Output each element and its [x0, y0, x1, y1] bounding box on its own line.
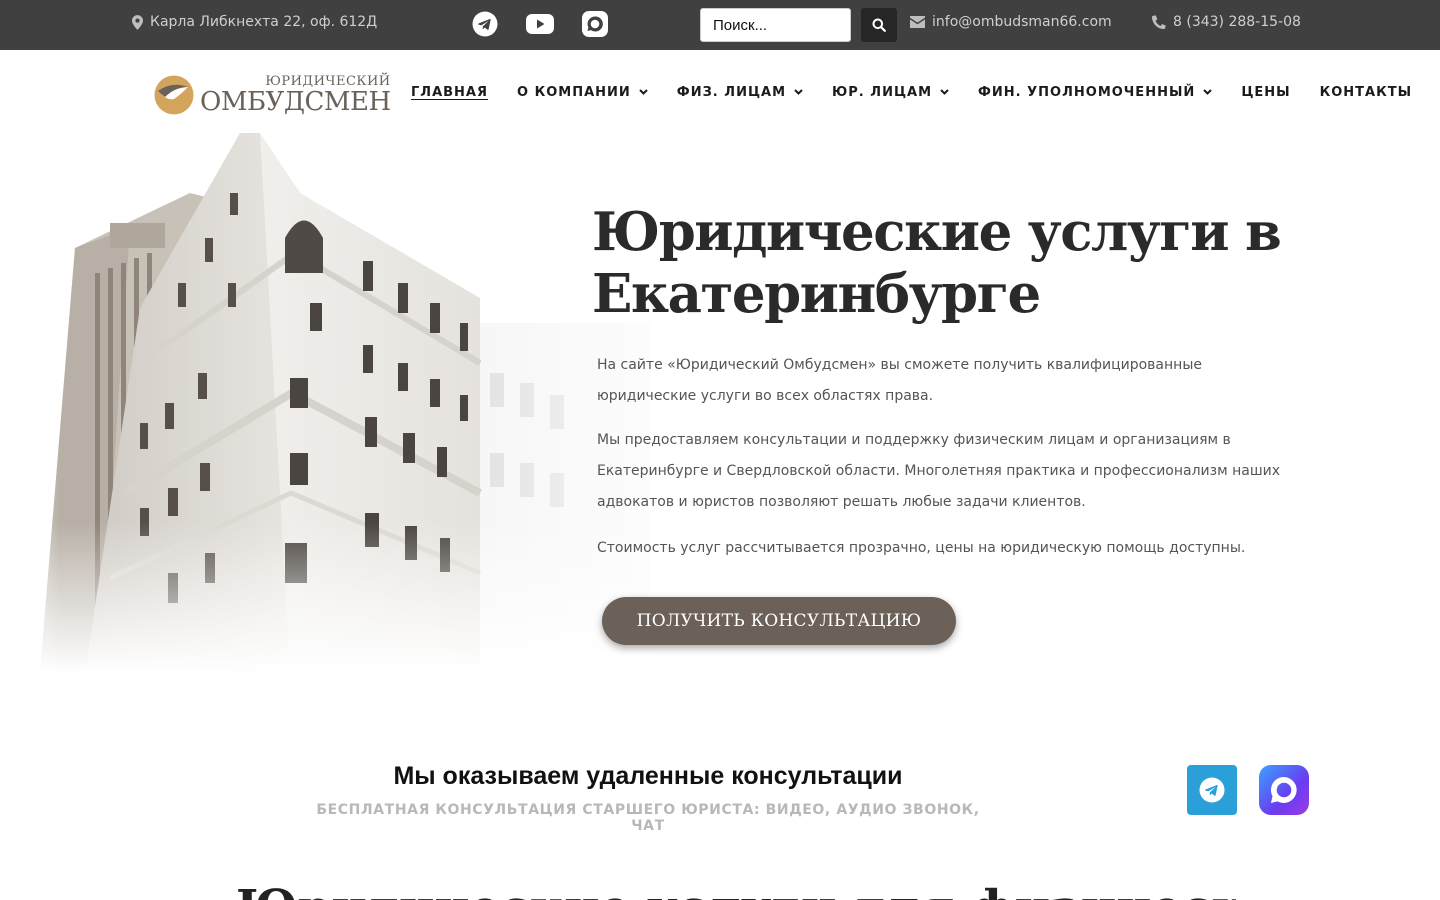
- nav-item-legal-entities[interactable]: ЮР. ЛИЦАМ: [832, 85, 949, 100]
- main-header: Юридический Омбудсмен ГЛАВНАЯ О КОМПАНИИ…: [0, 50, 1440, 133]
- get-consultation-button[interactable]: ПОЛУЧИТЬ КОНСУЛЬТАЦИЮ: [602, 597, 956, 645]
- hero-title: Юридические услуги в Екатеринбурге: [592, 201, 1282, 325]
- next-section-title: Юридические услуги для физических лиц: [236, 878, 1236, 900]
- chevron-down-icon: [639, 89, 648, 95]
- youtube-link[interactable]: [526, 10, 554, 38]
- email-text: info@ombudsman66.com: [932, 14, 1112, 30]
- phone-icon: [1152, 15, 1166, 29]
- phone-text: 8 (343) 288-15-08: [1173, 14, 1301, 30]
- hero-paragraph-services: Мы предоставляем консультации и поддержк…: [597, 432, 1281, 510]
- max-consult-button[interactable]: [1259, 765, 1309, 815]
- nav-item-label: О КОМПАНИИ: [517, 84, 631, 100]
- telegram-icon: [472, 11, 498, 37]
- logo-mark-icon: [154, 75, 194, 115]
- chevron-down-icon: [794, 89, 803, 95]
- nav-item-label: ГЛАВНАЯ: [411, 84, 489, 100]
- nav-item-label: ЦЕНЫ: [1241, 84, 1291, 100]
- search-input[interactable]: [700, 8, 851, 42]
- nav-item-contacts[interactable]: КОНТАКТЫ: [1320, 85, 1412, 100]
- nav-item-individuals[interactable]: ФИЗ. ЛИЦАМ: [677, 85, 803, 100]
- nav-item-prices[interactable]: ЦЕНЫ: [1241, 85, 1290, 100]
- chevron-down-icon: [940, 89, 949, 95]
- search-button[interactable]: [861, 8, 897, 42]
- hero-paragraph-intro: На сайте «Юридический Омбудсмен» вы смож…: [597, 357, 1202, 404]
- nav-item-company[interactable]: О КОМПАНИИ: [517, 85, 648, 100]
- nav-item-label: ФИЗ. ЛИЦАМ: [676, 84, 787, 100]
- chevron-down-icon: [1203, 89, 1213, 95]
- remote-consultations-subtitle: БЕСПЛАТНАЯ КОНСУЛЬТАЦИЯ СТАРШЕГО ЮРИСТА:…: [316, 802, 980, 834]
- telegram-consult-button[interactable]: [1187, 765, 1237, 815]
- max-messenger-icon: [1270, 777, 1297, 803]
- search-icon: [872, 18, 886, 32]
- nav-item-financial-ombudsman[interactable]: ФИН. УПОЛНОМОЧЕННЫЙ: [978, 84, 1213, 100]
- youtube-icon: [526, 14, 554, 34]
- phone-link[interactable]: 8 (343) 288-15-08: [1152, 12, 1301, 32]
- main-nav: ГЛАВНАЯ О КОМПАНИИ ФИЗ. ЛИЦАМ ЮР. ЛИЦАМ …: [411, 82, 1412, 102]
- telegram-icon: [1199, 777, 1225, 803]
- logo-big-text: Омбудсмен: [200, 87, 391, 117]
- max-messenger-icon: [582, 11, 608, 37]
- nav-item-label: ЮР. ЛИЦАМ: [832, 84, 933, 100]
- hero-paragraph-prices: Стоимость услуг рассчитывается прозрачно…: [597, 540, 1246, 556]
- email-link[interactable]: info@ombudsman66.com: [910, 12, 1112, 32]
- logo[interactable]: Юридический Омбудсмен: [154, 73, 391, 117]
- envelope-icon: [910, 16, 925, 28]
- top-bar: Карла Либкнехта 22, оф. 612Д info@ombuds…: [0, 0, 1440, 50]
- nav-item-label: ФИН. УПОЛНОМОЧЕННЫЙ: [978, 84, 1196, 100]
- remote-consultations-title: Мы оказываем удаленные консультации: [393, 762, 903, 790]
- max-messenger-link[interactable]: [581, 10, 609, 38]
- address: Карла Либкнехта 22, оф. 612Д: [132, 12, 377, 32]
- nav-item-label: КОНТАКТЫ: [1319, 84, 1413, 100]
- telegram-link[interactable]: [471, 10, 499, 38]
- address-text: Карла Либкнехта 22, оф. 612Д: [150, 14, 378, 30]
- map-pin-icon: [132, 14, 143, 30]
- nav-item-home[interactable]: ГЛАВНАЯ: [411, 85, 488, 100]
- hero-section: Юридические услуги в Екатеринбурге На са…: [0, 133, 1440, 673]
